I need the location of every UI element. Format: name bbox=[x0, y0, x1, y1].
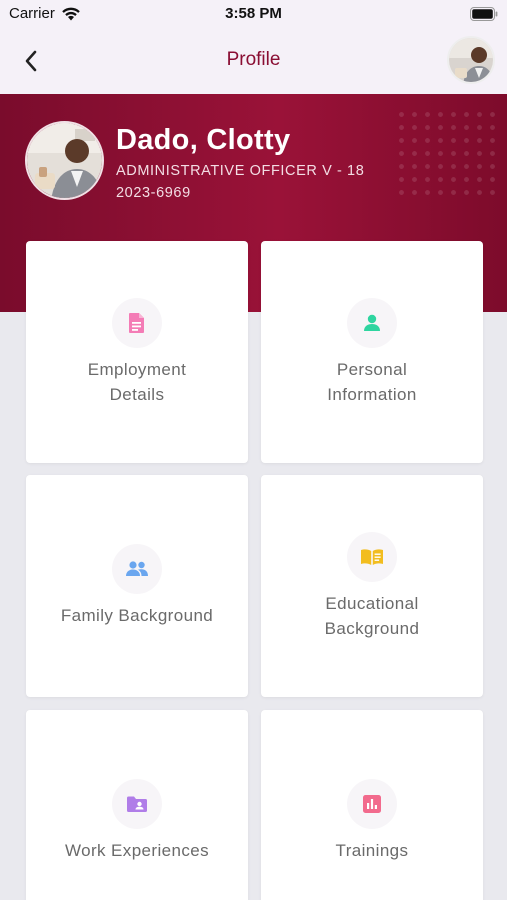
page-title: Profile bbox=[226, 49, 281, 70]
tile-label: Employment Details bbox=[87, 360, 187, 404]
avatar-photo-icon bbox=[449, 38, 493, 82]
employee-id: 2023-6969 bbox=[116, 185, 191, 201]
tile-employment-details[interactable]: Employment Details bbox=[26, 241, 248, 463]
tile-work-experiences[interactable]: Work Experiences bbox=[26, 710, 248, 900]
tile-educational-background[interactable]: Educational Background bbox=[261, 475, 483, 697]
group-icon bbox=[112, 544, 162, 594]
status-bar: Carrier 3:58 PM bbox=[0, 0, 507, 30]
tile-label: Educational Background bbox=[324, 594, 420, 638]
document-icon bbox=[112, 298, 162, 348]
tile-personal-information[interactable]: Personal Information bbox=[261, 241, 483, 463]
battery-icon bbox=[470, 7, 498, 26]
tile-label: Personal Information bbox=[327, 360, 417, 404]
dot-pattern-decoration bbox=[395, 108, 495, 200]
tile-label: Work Experiences bbox=[64, 841, 210, 860]
user-avatar-button[interactable] bbox=[447, 36, 495, 84]
tile-trainings[interactable]: Trainings bbox=[261, 710, 483, 900]
tile-family-background[interactable]: Family Background bbox=[26, 475, 248, 697]
profile-name: Dado, Clotty bbox=[116, 124, 291, 156]
bar-chart-icon bbox=[347, 779, 397, 829]
profile-photo-icon bbox=[27, 123, 102, 198]
tile-label: Family Background bbox=[60, 606, 214, 625]
person-icon bbox=[347, 298, 397, 348]
profile-avatar bbox=[25, 121, 104, 200]
profile-position: ADMINISTRATIVE OFFICER V - 18 bbox=[116, 163, 365, 179]
clock: 3:58 PM bbox=[225, 5, 282, 22]
navigation-bar: Profile bbox=[0, 30, 507, 94]
book-icon bbox=[347, 532, 397, 582]
folder-person-icon bbox=[112, 779, 162, 829]
tile-label: Trainings bbox=[335, 841, 409, 860]
